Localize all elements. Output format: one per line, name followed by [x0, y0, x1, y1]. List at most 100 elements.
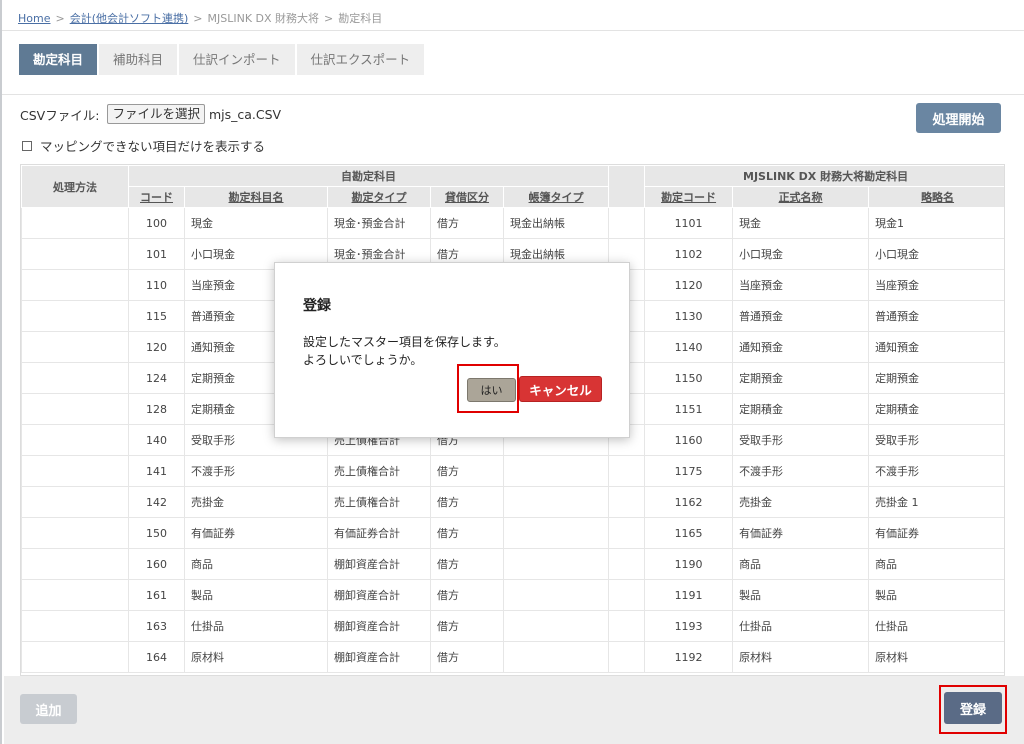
- col-account-type[interactable]: 勘定タイプ: [327, 186, 431, 208]
- cell-mcode: 1175: [644, 455, 734, 487]
- cell-mcode: 1190: [644, 548, 734, 580]
- cell-name: 売掛金: [184, 486, 328, 518]
- col-account-name[interactable]: 勘定科目名: [184, 186, 328, 208]
- cell-short: 現金1: [868, 207, 1004, 239]
- cell-side: 借方: [430, 579, 504, 611]
- process-method-cell[interactable]: [21, 300, 129, 332]
- cell-formal: 有価証券: [732, 517, 870, 549]
- cell-mcode: 1162: [644, 486, 734, 518]
- tab-bar: 勘定科目 補助科目 仕訳インポート 仕訳エクスポート: [2, 30, 1024, 95]
- table-row[interactable]: 142 売掛金 売上債権合計 借方 1162 売掛金 売掛金 1: [21, 486, 1004, 518]
- breadcrumb-separator: >: [55, 12, 65, 25]
- cell-code: 120: [128, 331, 185, 363]
- process-method-cell[interactable]: [21, 610, 129, 642]
- selected-file-name: mjs_ca.CSV: [208, 106, 282, 122]
- spacer-cell: [608, 517, 646, 549]
- unmapped-only-label: マッピングできない項目だけを表示する: [40, 139, 266, 154]
- cell-short: 不渡手形: [868, 455, 1004, 487]
- cell-formal: 普通預金: [732, 300, 870, 332]
- group-mjs-accounts: MJSLINK DX 財務大将勘定科目: [644, 165, 1004, 187]
- cell-mcode: 1151: [644, 393, 734, 425]
- cell-short: 当座預金: [868, 269, 1004, 301]
- spacer-cell: [608, 548, 646, 580]
- col-mjs-code[interactable]: 勘定コード: [644, 186, 734, 208]
- cell-short: 受取手形: [868, 424, 1004, 456]
- cell-mcode: 1192: [644, 641, 734, 673]
- cell-formal: 現金: [732, 207, 870, 239]
- page: Home > 会計(他会計ソフト連携) > MJSLINK DX 財務大将 > 勘定科目 勘…: [0, 0, 1024, 744]
- footer-bar: 追加 登録: [4, 676, 1024, 744]
- cell-code: 101: [128, 238, 185, 270]
- breadcrumb-accounting-link[interactable]: 会計(他会計ソフト連携): [70, 12, 189, 25]
- cell-code: 100: [128, 207, 185, 239]
- cell-short: 有価証券: [868, 517, 1004, 549]
- breadcrumb-current: 勘定科目: [338, 12, 383, 25]
- process-method-cell[interactable]: [21, 393, 129, 425]
- unmapped-filter[interactable]: マッピングできない項目だけを表示する: [22, 136, 265, 155]
- cell-mcode: 1101: [644, 207, 734, 239]
- col-debit-credit[interactable]: 貸借区分: [430, 186, 504, 208]
- dialog-message-line1: 設定したマスター項目を保存します。: [303, 335, 506, 349]
- breadcrumb: Home > 会計(他会計ソフト連携) > MJSLINK DX 財務大将 > 勘定科目: [18, 10, 382, 26]
- table-row[interactable]: 160 商品 棚卸資産合計 借方 1190 商品 商品: [21, 548, 1004, 580]
- cell-short: 普通預金: [868, 300, 1004, 332]
- cell-code: 141: [128, 455, 185, 487]
- process-method-cell[interactable]: [21, 548, 129, 580]
- col-spacer: [608, 165, 646, 208]
- cell-side: 借方: [430, 641, 504, 673]
- choose-file-button[interactable]: ファイルを選択: [107, 104, 205, 124]
- table-row[interactable]: 161 製品 棚卸資産合計 借方 1191 製品 製品: [21, 579, 1004, 611]
- cell-type: 棚卸資産合計: [327, 641, 431, 673]
- breadcrumb-separator: >: [193, 12, 203, 25]
- col-code[interactable]: コード: [128, 186, 185, 208]
- table-row[interactable]: 141 不渡手形 売上債権合計 借方 1175 不渡手形 不渡手形: [21, 455, 1004, 487]
- cell-name: 原材料: [184, 641, 328, 673]
- process-method-cell[interactable]: [21, 424, 129, 456]
- tab-journal-export[interactable]: 仕訳エクスポート: [296, 44, 425, 75]
- process-method-cell[interactable]: [21, 207, 129, 239]
- table-row[interactable]: 100 現金 現金･預金合計 借方 現金出納帳 1101 現金 現金1: [21, 207, 1004, 239]
- cell-short: 小口現金: [868, 238, 1004, 270]
- process-method-cell[interactable]: [21, 455, 129, 487]
- cell-book: [502, 455, 610, 487]
- spacer-cell: [608, 207, 646, 239]
- col-short-name[interactable]: 略略名: [868, 186, 1004, 208]
- cell-code: 110: [128, 269, 185, 301]
- yes-button-highlight: [457, 364, 519, 413]
- start-processing-button[interactable]: 処理開始: [916, 103, 1001, 133]
- process-method-cell[interactable]: [21, 579, 129, 611]
- process-method-cell[interactable]: [21, 362, 129, 394]
- cell-code: 128: [128, 393, 185, 425]
- process-method-cell[interactable]: [21, 486, 129, 518]
- unmapped-only-checkbox[interactable]: [22, 140, 32, 151]
- process-method-cell[interactable]: [21, 641, 129, 673]
- process-method-cell[interactable]: [21, 238, 129, 270]
- table-row[interactable]: 150 有価証券 有価証券合計 借方 1165 有価証券 有価証券: [21, 517, 1004, 549]
- cell-mcode: 1120: [644, 269, 734, 301]
- dialog-cancel-button[interactable]: キャンセル: [519, 376, 602, 402]
- process-method-cell[interactable]: [21, 269, 129, 301]
- col-formal-name[interactable]: 正式名称: [732, 186, 870, 208]
- col-process-method: 処理方法: [21, 165, 129, 208]
- cell-formal: 不渡手形: [732, 455, 870, 487]
- tab-sub-accounts[interactable]: 補助科目: [99, 44, 178, 75]
- cell-type: 棚卸資産合計: [327, 579, 431, 611]
- add-button[interactable]: 追加: [20, 694, 77, 724]
- table-row[interactable]: 163 仕掛品 棚卸資産合計 借方 1193 仕掛品 仕掛品: [21, 610, 1004, 642]
- tab-journal-import[interactable]: 仕訳インポート: [179, 44, 295, 75]
- cell-mcode: 1193: [644, 610, 734, 642]
- cell-formal: 商品: [732, 548, 870, 580]
- table-row[interactable]: 164 原材料 棚卸資産合計 借方 1192 原材料 原材料: [21, 641, 1004, 673]
- cell-book: [502, 486, 610, 518]
- cell-short: 製品: [868, 579, 1004, 611]
- process-method-cell[interactable]: [21, 517, 129, 549]
- cell-book: [502, 610, 610, 642]
- process-method-cell[interactable]: [21, 331, 129, 363]
- breadcrumb-home-link[interactable]: Home: [18, 12, 50, 25]
- col-book-type[interactable]: 帳簿タイプ: [502, 186, 610, 208]
- csv-file-label: CSVファイル:: [20, 107, 100, 123]
- group-own-accounts: 自勘定科目: [127, 165, 610, 187]
- tab-accounts[interactable]: 勘定科目: [19, 44, 98, 75]
- cell-name: 仕掛品: [184, 610, 328, 642]
- cell-code: 140: [128, 424, 185, 456]
